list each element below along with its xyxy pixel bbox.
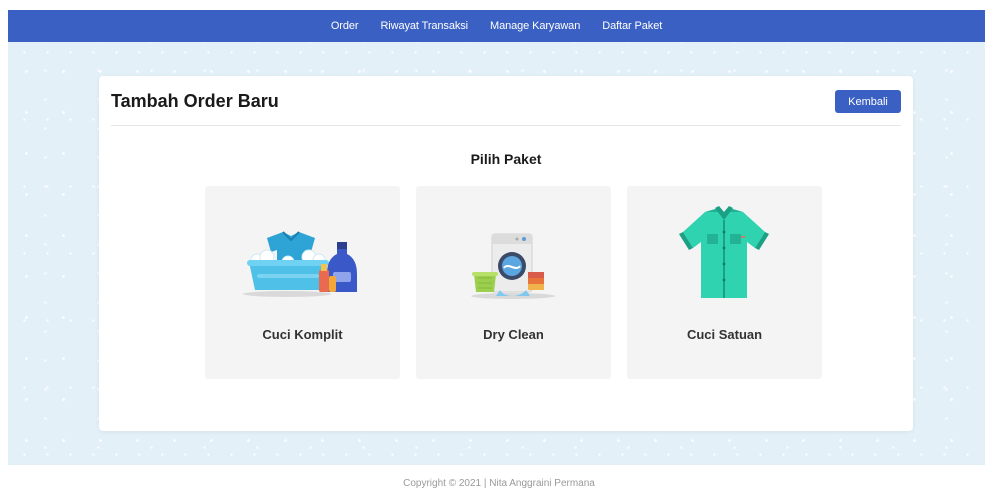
laundry-basket-icon (243, 231, 357, 297)
order-card: Tambah Order Baru Kembali Pilih Paket Cu… (99, 76, 913, 431)
package-cuci-komplit[interactable]: Cuci Komplit (205, 186, 400, 379)
washing-machine-icon (471, 233, 555, 299)
navbar: Order Riwayat Transaksi Manage Karyawan … (8, 10, 985, 42)
card-header: Tambah Order Baru Kembali (111, 88, 901, 126)
section-title: Pilih Paket (470, 151, 542, 167)
shirt-icon (679, 206, 769, 298)
package-label: Dry Clean (483, 327, 544, 342)
package-cuci-satuan[interactable]: Cuci Satuan (627, 186, 822, 379)
package-label: Cuci Satuan (686, 327, 763, 342)
back-button[interactable]: Kembali (835, 90, 901, 113)
nav-item-daftar-paket[interactable]: Daftar Paket (602, 20, 662, 32)
nav-item-order[interactable]: Order (331, 20, 359, 32)
page-title: Tambah Order Baru (111, 91, 279, 111)
footer-copyright: Copyright © 2021 | Nita Anggraini Perman… (403, 478, 595, 489)
package-dry-clean[interactable]: Dry Clean (416, 186, 611, 379)
page-background: Order Riwayat Transaksi Manage Karyawan … (8, 10, 985, 465)
package-label: Cuci Komplit (262, 327, 343, 342)
nav-item-riwayat-transaksi[interactable]: Riwayat Transaksi (380, 20, 468, 32)
nav-item-manage-karyawan[interactable]: Manage Karyawan (490, 20, 580, 32)
